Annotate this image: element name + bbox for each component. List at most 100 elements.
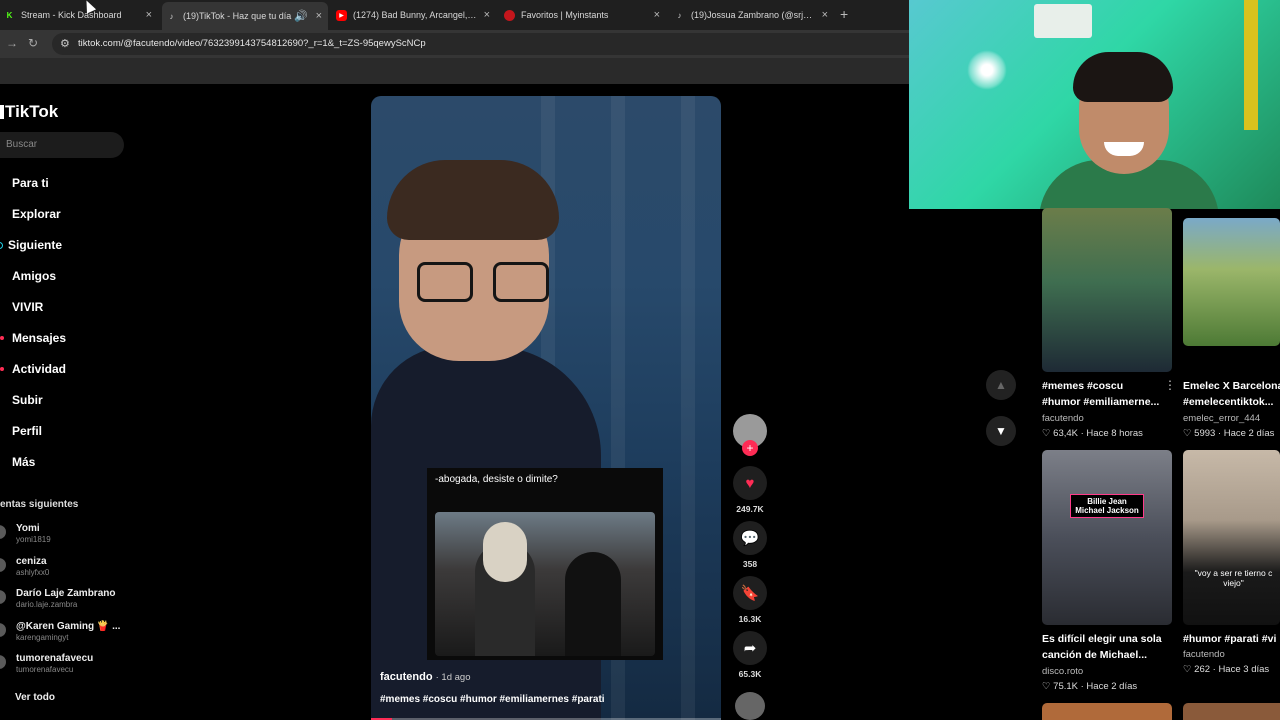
nav-item-label: Perfil [12, 424, 43, 438]
video-thumbnail[interactable]: "voy a ser re tierno c viejo" [1183, 450, 1280, 625]
video-thumbnail[interactable] [1183, 703, 1280, 720]
search-input[interactable]: Buscar [0, 132, 124, 158]
close-tab-icon[interactable]: × [654, 9, 660, 21]
video-thumbnail[interactable] [1042, 208, 1172, 372]
bookmark-icon[interactable]: 🔖 [733, 576, 767, 610]
close-tab-icon[interactable]: × [484, 9, 490, 21]
forward-icon[interactable]: → [6, 36, 18, 50]
address-bar-row: → ↻ ⚙ tiktok.com/@facutendo/video/763239… [0, 30, 910, 58]
comment-icon[interactable]: 💬 [733, 521, 767, 555]
video-card-user[interactable]: facutendo [1183, 649, 1225, 660]
video-card-title[interactable]: #humor #emiliamerne... [1042, 394, 1182, 410]
account-handle: yomi1819 [16, 535, 51, 544]
video-player[interactable]: -abogada, desiste o dimite? facutendo · … [371, 96, 721, 720]
account-avatar [0, 525, 6, 539]
save-count: 16.3K [738, 614, 762, 624]
follow-button[interactable]: + [742, 440, 758, 456]
nav-item-amigos[interactable]: Amigos [0, 265, 130, 287]
video-card-title[interactable]: Es difícil elegir una sola [1042, 631, 1182, 647]
thumbnail-overlay-text: Billie Jean Michael Jackson [1070, 494, 1144, 518]
tiktok-logo[interactable]: TikTok [0, 102, 58, 122]
video-author-line: facutendo · 1d ago [380, 671, 471, 683]
video-card-title[interactable]: #emelecentiktok... [1183, 394, 1280, 410]
account-name: @Karen Gaming 🍟 ... [16, 620, 121, 632]
nav-item-perfil[interactable]: Perfil [0, 420, 130, 442]
bookmarks-bar [0, 58, 910, 84]
video-thumbnail[interactable] [1183, 218, 1280, 346]
share-icon[interactable]: ➦ [733, 631, 767, 665]
video-card-title[interactable]: Emelec X Barcelona [1183, 378, 1280, 394]
video-thumbnail[interactable] [1042, 703, 1172, 720]
video-card-user[interactable]: emelec_error_444 [1183, 413, 1260, 424]
more-options-icon[interactable]: ⋮ [1164, 378, 1176, 392]
following-account[interactable]: Darío Laje Zambrano dario.laje.zambra [0, 588, 140, 616]
nav-item-mensajes[interactable]: Mensajes [0, 327, 130, 349]
nav-item-label: Actividad [12, 362, 67, 376]
video-hashtags[interactable]: #memes #coscu #humor #emiliamernes #para… [380, 694, 605, 705]
omnibox[interactable]: ⚙ tiktok.com/@facutendo/video/7632399143… [52, 33, 910, 55]
video-thumbnail[interactable]: Billie Jean Michael Jackson [1042, 450, 1172, 625]
video-card-title[interactable]: #humor #parati #vi [1183, 631, 1280, 647]
tab-kick-dashboard[interactable]: K Stream - Kick Dashboard × [0, 4, 158, 26]
nav-indicator [0, 398, 4, 402]
following-account[interactable]: @Karen Gaming 🍟 ... karengamingyt [0, 621, 140, 649]
comment-action: 💬 358 [733, 521, 767, 569]
account-avatar [0, 557, 6, 572]
like-count: 249.7K [736, 504, 764, 514]
heart-icon[interactable]: ♥ [733, 466, 767, 500]
tab-tiktok-profile[interactable]: ♪ (19)Jossua Zambrano (@srjossu × [670, 4, 834, 26]
video-card-title[interactable]: #memes #coscu [1042, 378, 1182, 394]
following-account[interactable]: tumorenafavecu tumorenafavecu [0, 653, 140, 681]
tab-title: (19)Jossua Zambrano (@srjossu [691, 10, 823, 20]
nav-item-label: Más [12, 455, 36, 469]
myinstants-icon [504, 9, 515, 21]
speaker-icon[interactable]: 🔊 [294, 10, 308, 23]
logo-text: TikTok [5, 102, 59, 121]
following-account[interactable]: ceniza ashlyfxx0 [0, 556, 140, 584]
new-tab-button[interactable]: + [840, 6, 848, 22]
nav-item-para-ti[interactable]: Para ti [0, 172, 130, 194]
nav-item-actividad[interactable]: Actividad [0, 358, 130, 380]
close-tab-icon[interactable]: × [316, 10, 322, 22]
previous-video-button[interactable]: ▲ [986, 370, 1016, 400]
lawyer-figure [565, 552, 621, 656]
video-inset-clip [427, 468, 663, 660]
nav-indicator [0, 181, 4, 185]
nav-item-label: VIVIR [12, 300, 44, 314]
close-tab-icon[interactable]: × [146, 9, 152, 21]
site-settings-icon[interactable]: ⚙ [60, 37, 70, 50]
reload-icon[interactable]: ↻ [28, 36, 38, 50]
share-action: ➦ 65.3K [733, 631, 767, 679]
next-video-button[interactable]: ▼ [986, 416, 1016, 446]
see-all-link[interactable]: Ver todo [15, 692, 55, 703]
nav-item-label: Siguiente [8, 238, 63, 252]
nav-item-vivir[interactable]: VIVIR [0, 296, 130, 318]
url-text[interactable]: tiktok.com/@facutendo/video/763239914375… [78, 38, 426, 49]
nav-item-siguiente[interactable]: Siguiente [0, 234, 130, 256]
video-card-user[interactable]: disco.roto [1042, 666, 1083, 677]
account-avatar [0, 622, 6, 637]
following-account[interactable]: Yomi yomi1819 [0, 523, 140, 551]
video-card-title[interactable]: canción de Michael... [1042, 647, 1182, 663]
tab-myinstants[interactable]: Favoritos | Myinstants × [500, 4, 666, 26]
nav-item-explorar[interactable]: Explorar [0, 203, 130, 225]
video-time-ago: · 1d ago [435, 672, 471, 683]
account-handle: dario.laje.zambra [16, 600, 78, 609]
nav-item-label: Para ti [12, 176, 49, 190]
tab-youtube[interactable]: ▶ (1274) Bad Bunny, Arcangel, De × [332, 4, 496, 26]
video-card-meta: ♡ 5993 · Hace 2 días [1183, 428, 1275, 439]
video-author[interactable]: facutendo [380, 671, 433, 683]
close-tab-icon[interactable]: × [822, 9, 828, 21]
tab-tiktok-active[interactable]: ♪ (19)TikTok - Haz que tu día 🔊 × [162, 2, 328, 30]
nav-item-subir[interactable]: Subir [0, 389, 130, 411]
tiktok-logo-icon [0, 105, 4, 119]
nav-item-m-s[interactable]: Más [0, 451, 130, 473]
notification-dot-icon [0, 367, 4, 371]
account-handle: ashlyfxx0 [16, 567, 50, 577]
streamer [1039, 50, 1219, 209]
glasses [417, 262, 549, 304]
curtain-fold [681, 96, 695, 720]
sound-disc-icon[interactable] [735, 692, 765, 720]
youtube-icon: ▶ [336, 9, 347, 21]
video-card-user[interactable]: facutendo [1042, 413, 1084, 424]
